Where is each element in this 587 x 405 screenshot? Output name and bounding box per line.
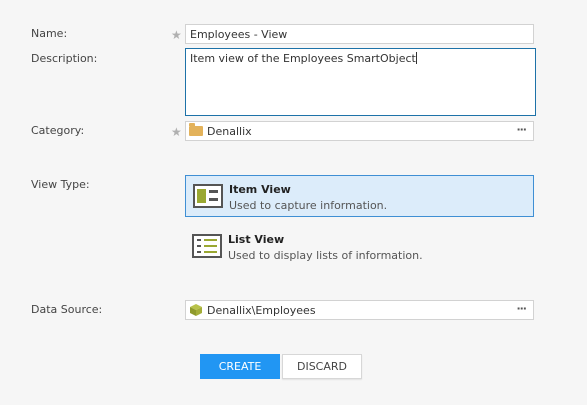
item-view-title: Item View bbox=[229, 183, 291, 196]
item-view-option[interactable]: Item View Used to capture information. bbox=[185, 175, 534, 217]
required-star-icon: ★ bbox=[171, 125, 182, 139]
list-view-icon bbox=[192, 234, 222, 258]
text-caret bbox=[415, 52, 417, 64]
data-source-label: Data Source: bbox=[31, 303, 103, 316]
list-view-description: Used to display lists of information. bbox=[228, 249, 423, 262]
category-value: Denallix bbox=[207, 125, 252, 138]
description-value: Item view of the Employees SmartObject bbox=[190, 52, 416, 65]
data-source-field[interactable]: Denallix\Employees ··· bbox=[185, 300, 534, 320]
name-label: Name: bbox=[31, 27, 68, 40]
category-field[interactable]: Denallix ··· bbox=[185, 121, 534, 141]
category-browse-button[interactable]: ··· bbox=[516, 123, 527, 136]
list-view-option[interactable]: List View Used to display lists of infor… bbox=[185, 226, 534, 268]
required-star-icon: ★ bbox=[171, 28, 182, 42]
item-view-icon bbox=[193, 184, 223, 208]
smartobject-icon bbox=[190, 304, 202, 316]
folder-icon bbox=[189, 123, 203, 136]
name-value: Employees - View bbox=[190, 28, 288, 41]
category-label: Category: bbox=[31, 124, 85, 137]
data-source-browse-button[interactable]: ··· bbox=[516, 302, 527, 315]
data-source-value: Denallix\Employees bbox=[207, 304, 316, 317]
create-button[interactable]: CREATE bbox=[200, 354, 280, 379]
name-field[interactable]: Employees - View bbox=[185, 24, 534, 44]
discard-button[interactable]: DISCARD bbox=[282, 354, 362, 379]
description-label: Description: bbox=[31, 52, 98, 65]
item-view-description: Used to capture information. bbox=[229, 199, 388, 212]
list-view-title: List View bbox=[228, 233, 285, 246]
description-field[interactable]: Item view of the Employees SmartObject bbox=[185, 48, 536, 116]
view-type-label: View Type: bbox=[31, 178, 90, 191]
